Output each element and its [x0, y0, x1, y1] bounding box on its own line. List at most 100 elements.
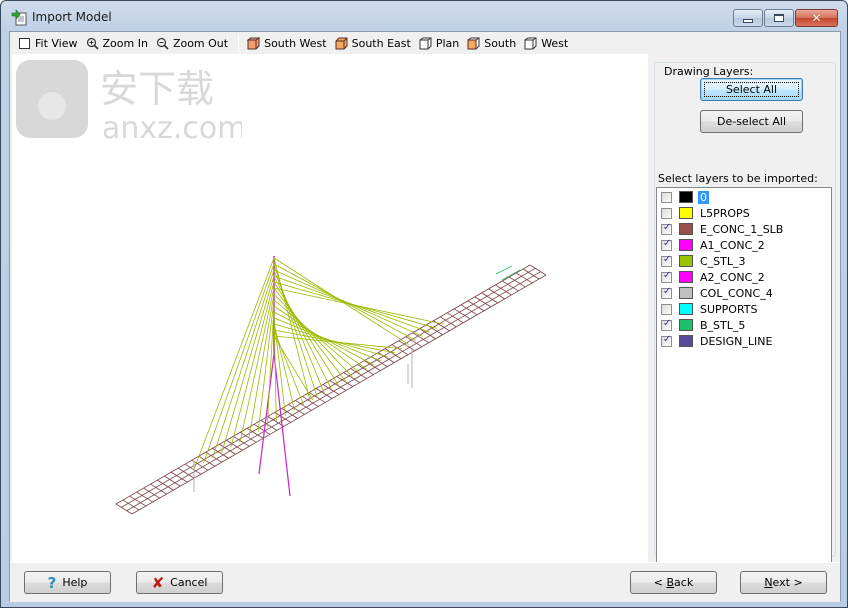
- layer-name: 0: [698, 190, 709, 204]
- layer-row[interactable]: DESIGN_LINE: [657, 333, 831, 349]
- layer-name: C_STL_3: [700, 254, 746, 268]
- focus-ring: [704, 82, 799, 97]
- layer-checkbox[interactable]: [661, 207, 672, 219]
- next-label: Next >: [764, 576, 803, 589]
- view-toolbar: Fit View Zoom In Zoom Out South West Sou…: [10, 32, 840, 54]
- layer-checkbox[interactable]: [661, 303, 672, 315]
- maximize-icon: [774, 14, 784, 22]
- south-west-label: South West: [264, 36, 327, 50]
- dialog-client: Fit View Zoom In Zoom Out South West Sou…: [9, 31, 841, 602]
- layer-checklist[interactable]: 0 L5PROPS E_CONC_1_SLB A1_CONC_2 C_STL_3 A2_C…: [656, 187, 832, 573]
- model-preview-viewport[interactable]: 安下载 anxz.com: [12, 54, 648, 562]
- layer-checkbox[interactable]: [661, 222, 672, 235]
- zoom-out-icon: [156, 37, 169, 50]
- fit-view-label: Fit View: [35, 36, 78, 50]
- layer-checkbox[interactable]: [661, 254, 672, 267]
- layer-color-swatch: [679, 239, 693, 251]
- layer-name: COL_CONC_4: [700, 286, 773, 300]
- south-east-label: South East: [351, 36, 411, 50]
- stay-cable: [273, 287, 445, 325]
- import-model-icon: [11, 9, 27, 26]
- window-title: Import Model: [32, 10, 112, 24]
- layer-name: SUPPORTS: [700, 302, 758, 316]
- zoom-out-button[interactable]: Zoom Out: [154, 33, 234, 53]
- title-bar[interactable]: Import Model ✕: [1, 1, 847, 33]
- layer-row[interactable]: L5PROPS: [657, 205, 831, 221]
- cube-south-icon: [467, 37, 480, 49]
- minimize-button[interactable]: [733, 9, 763, 27]
- cube-plan-icon: [419, 37, 432, 49]
- layer-row[interactable]: COL_CONC_4: [657, 285, 831, 301]
- layer-checkbox[interactable]: [661, 318, 672, 331]
- layer-name: L5PROPS: [700, 206, 750, 220]
- layer-row[interactable]: SUPPORTS: [657, 301, 831, 317]
- stay-cable: [257, 299, 275, 432]
- layer-checkbox[interactable]: [661, 270, 672, 283]
- layer-color-swatch: [679, 319, 693, 331]
- zoom-out-label: Zoom Out: [172, 36, 229, 50]
- layer-name: B_STL_5: [700, 318, 746, 332]
- zoom-in-icon: [86, 37, 99, 50]
- dialog-footer: ? Help ✘ Cancel < Back Next >: [10, 562, 840, 602]
- close-button[interactable]: ✕: [795, 9, 838, 27]
- pylon-leg-right: [273, 353, 291, 497]
- layer-checkbox[interactable]: [661, 334, 672, 347]
- cancel-button[interactable]: ✘ Cancel: [136, 571, 223, 594]
- back-button[interactable]: < Back: [630, 571, 717, 594]
- layers-panel: Drawing Layers: Select All De-select All…: [650, 54, 840, 573]
- plan-label: Plan: [435, 36, 460, 50]
- layer-checkbox[interactable]: [661, 191, 672, 203]
- layer-name: E_CONC_1_SLB: [700, 222, 784, 236]
- layer-color-swatch: [679, 223, 693, 235]
- layer-color-swatch: [679, 335, 693, 347]
- layer-row[interactable]: 0: [657, 189, 831, 205]
- cancel-icon: ✘: [151, 573, 165, 592]
- next-button[interactable]: Next >: [740, 571, 827, 594]
- deselect-all-label: De-select All: [716, 115, 787, 128]
- layer-row[interactable]: C_STL_3: [657, 253, 831, 269]
- layer-name: DESIGN_LINE: [700, 334, 773, 348]
- layer-color-swatch: [679, 287, 693, 299]
- layer-row[interactable]: B_STL_5: [657, 317, 831, 333]
- help-label: Help: [62, 576, 88, 589]
- bearing-line: [495, 265, 513, 275]
- south-view-button[interactable]: South: [465, 33, 522, 53]
- square-icon: [19, 37, 30, 49]
- west-label: West: [541, 36, 569, 50]
- drawing-layers-title: Drawing Layers:: [663, 65, 755, 78]
- plan-view-button[interactable]: Plan: [417, 33, 465, 53]
- stay-cable: [273, 329, 395, 354]
- layer-row[interactable]: E_CONC_1_SLB: [657, 221, 831, 237]
- layer-row[interactable]: A2_CONC_2: [657, 269, 831, 285]
- layer-color-swatch: [679, 255, 693, 267]
- south-west-view-button[interactable]: South West: [245, 33, 333, 53]
- zoom-in-button[interactable]: Zoom In: [84, 33, 154, 53]
- fit-view-button[interactable]: Fit View: [16, 33, 84, 53]
- layer-color-swatch: [679, 191, 693, 203]
- layer-checkbox[interactable]: [661, 286, 672, 299]
- cube-sw-icon: [247, 37, 261, 49]
- layer-checkbox[interactable]: [661, 238, 672, 251]
- import-model-window: Import Model ✕ Fit View Zoom In Zoom Out: [0, 0, 848, 608]
- minimize-icon: [743, 18, 753, 23]
- select-all-button[interactable]: Select All: [700, 78, 803, 101]
- layer-color-swatch: [679, 303, 693, 315]
- layer-color-swatch: [679, 207, 693, 219]
- west-view-button[interactable]: West: [522, 33, 574, 53]
- layer-name: A2_CONC_2: [700, 270, 765, 284]
- close-icon: ✕: [811, 11, 822, 25]
- cube-se-icon: [335, 37, 348, 49]
- layers-instruction-label: Select layers to be imported:: [658, 172, 818, 185]
- layer-row[interactable]: A1_CONC_2: [657, 237, 831, 253]
- south-east-view-button[interactable]: South East: [333, 33, 417, 53]
- cancel-label: Cancel: [170, 576, 208, 589]
- stay-cable: [273, 335, 402, 350]
- layer-color-swatch: [679, 271, 693, 283]
- maximize-button[interactable]: [764, 9, 794, 27]
- bridge-wireframe: [115, 256, 547, 515]
- layer-name: A1_CONC_2: [700, 238, 765, 252]
- help-button[interactable]: ? Help: [24, 571, 111, 594]
- back-label: < Back: [653, 576, 694, 589]
- deselect-all-button[interactable]: De-select All: [700, 110, 803, 133]
- south-label: South: [484, 36, 517, 50]
